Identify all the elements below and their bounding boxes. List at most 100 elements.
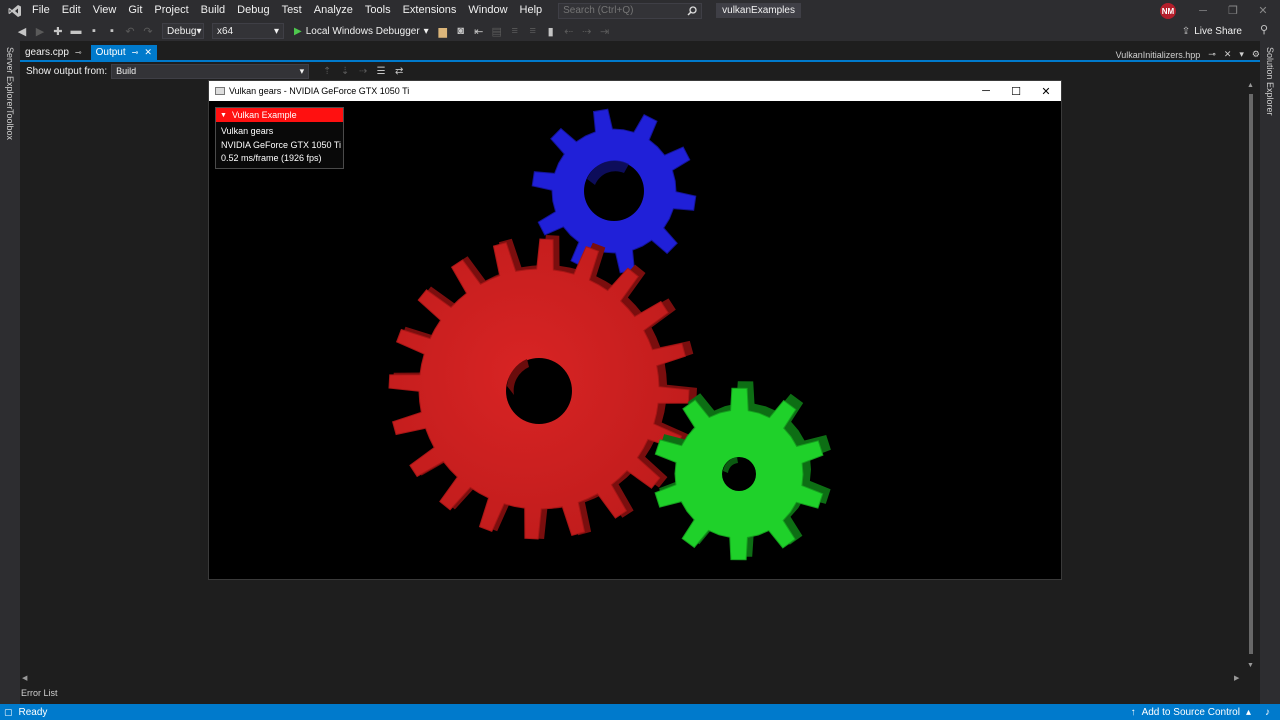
platform-select[interactable]: x64 ▾ xyxy=(212,23,284,39)
scroll-up-icon[interactable]: ▲ xyxy=(1247,82,1254,89)
live-share-label: Live Share xyxy=(1194,25,1242,37)
visual-studio-logo-icon[interactable] xyxy=(4,0,26,21)
chevron-down-icon: ▾ xyxy=(196,25,202,37)
goto-prev-message-icon[interactable]: ⇡ xyxy=(319,63,335,79)
server-explorer-tab[interactable]: Server Explorer xyxy=(5,47,15,110)
clear-all-icon[interactable]: ☰ xyxy=(373,63,389,79)
app-minimize-icon[interactable]: ─ xyxy=(971,81,1001,101)
config-value: Debug xyxy=(167,25,197,37)
goto-next-message-icon[interactable]: ⇣ xyxy=(337,63,353,79)
status-text: Ready xyxy=(18,706,48,718)
search-box[interactable] xyxy=(558,2,703,19)
horizontal-scrollbar[interactable]: ◀ ▶ xyxy=(20,674,1246,684)
undo-icon[interactable]: ↶ xyxy=(122,23,138,39)
outdent-icon[interactable]: ≡ xyxy=(525,23,541,39)
error-list-tab[interactable]: Error List xyxy=(20,686,59,700)
scroll-right-icon[interactable]: ▶ xyxy=(1234,674,1239,682)
menu-extensions[interactable]: Extensions xyxy=(397,0,463,21)
solution-explorer-tab[interactable]: Solution Explorer xyxy=(1265,47,1275,116)
start-debugger-button[interactable]: ▶ Local Windows Debugger ▾ xyxy=(294,26,429,37)
tab-label: gears.cpp xyxy=(25,47,69,58)
pin-icon[interactable]: ⊸ xyxy=(132,48,139,57)
save-icon[interactable]: ▪ xyxy=(86,23,102,39)
forward-icon[interactable]: ▶ xyxy=(32,23,48,39)
right-tool-rail: Solution Explorer xyxy=(1260,41,1280,704)
red-gear xyxy=(388,235,697,540)
vulkan-app-window[interactable]: Vulkan gears - NVIDIA GeForce GTX 1050 T… xyxy=(208,80,1062,580)
menu-edit[interactable]: Edit xyxy=(56,0,87,21)
status-right: ↑ Add to Source Control ▴ ♪ xyxy=(1125,704,1270,720)
app-close-icon[interactable]: ✕ xyxy=(1031,81,1061,101)
menu-tools[interactable]: Tools xyxy=(359,0,397,21)
open-folder-icon[interactable]: ▬ xyxy=(68,23,84,39)
find-message-icon[interactable]: ⇢ xyxy=(355,63,371,79)
restore-icon[interactable]: ❐ xyxy=(1218,0,1248,21)
toolbox-tab[interactable]: Toolbox xyxy=(5,109,15,140)
scroll-down-icon[interactable]: ▼ xyxy=(1247,662,1254,669)
word-wrap-icon[interactable]: ⇄ xyxy=(391,63,407,79)
live-share-button[interactable]: ⇪ Live Share xyxy=(1182,21,1242,41)
notification-bell-icon[interactable]: ♪ xyxy=(1265,707,1270,718)
next-bookmark-icon[interactable]: ⇢ xyxy=(579,23,595,39)
menu-project[interactable]: Project xyxy=(148,0,194,21)
stats-overlay-panel[interactable]: ▼ Vulkan Example Vulkan gears NVIDIA GeF… xyxy=(215,107,344,169)
menu-debug[interactable]: Debug xyxy=(231,0,275,21)
output-source-select[interactable]: Build ▾ xyxy=(111,63,310,79)
avatar[interactable]: NM xyxy=(1160,3,1176,19)
pin-icon[interactable]: ⊸ xyxy=(1208,49,1216,60)
tab-output[interactable]: Output ⊸ ✕ xyxy=(90,45,157,60)
add-to-source-control-button[interactable]: Add to Source Control xyxy=(1142,707,1240,718)
scrollbar-thumb[interactable] xyxy=(1249,94,1253,654)
step-icon[interactable]: ⇤ xyxy=(471,23,487,39)
menu-analyze[interactable]: Analyze xyxy=(308,0,359,21)
live-share-icon: ⇪ xyxy=(1181,25,1191,37)
indent-icon[interactable]: ≡ xyxy=(507,23,523,39)
menu-test[interactable]: Test xyxy=(276,0,308,21)
folder-icon[interactable]: ▆ xyxy=(435,23,451,39)
gear-icon[interactable]: ⚙ xyxy=(1252,49,1260,60)
app-window-title: Vulkan gears - NVIDIA GeForce GTX 1050 T… xyxy=(229,86,410,96)
menu-view[interactable]: View xyxy=(87,0,123,21)
new-project-icon[interactable]: ✚ xyxy=(50,23,66,39)
menu-window[interactable]: Window xyxy=(462,0,513,21)
upload-arrow-icon: ↑ xyxy=(1130,706,1136,718)
close-tab-icon[interactable]: ✕ xyxy=(144,47,152,58)
save-all-icon[interactable]: ▪ xyxy=(104,23,120,39)
menu-help[interactable]: Help xyxy=(514,0,549,21)
tab-vulkan-initializers[interactable]: VulkanInitializers.hpp xyxy=(1116,50,1201,60)
config-select[interactable]: Debug ▾ xyxy=(162,23,204,39)
menu-build[interactable]: Build xyxy=(195,0,231,21)
app-window-icon xyxy=(215,87,225,95)
search-icon xyxy=(687,5,697,16)
search-input[interactable] xyxy=(563,5,674,16)
document-tab-bar: gears.cpp ⊸ Output ⊸ ✕ VulkanInitializer… xyxy=(20,45,1260,62)
clear-bookmarks-icon[interactable]: ⇥ xyxy=(597,23,613,39)
output-pane-header: Show output from: Build ▾ ⇡ ⇣ ⇢ ☰ ⇄ xyxy=(20,62,1260,80)
camera-icon[interactable]: ◙ xyxy=(453,23,469,39)
prev-bookmark-icon[interactable]: ⇠ xyxy=(561,23,577,39)
menu-git[interactable]: Git xyxy=(122,0,148,21)
bookmark-icon[interactable]: ▮ xyxy=(543,23,559,39)
feedback-icon[interactable]: ⚲ xyxy=(1260,23,1268,36)
app-maximize-icon[interactable]: ☐ xyxy=(1001,81,1031,101)
collapse-triangle-icon[interactable]: ▼ xyxy=(220,112,227,119)
chevron-down-icon: ▾ xyxy=(423,25,429,37)
app-title-bar[interactable]: Vulkan gears - NVIDIA GeForce GTX 1050 T… xyxy=(209,81,1061,101)
pin-icon[interactable]: ⊸ xyxy=(75,48,82,57)
close-icon[interactable]: ✕ xyxy=(1248,0,1278,21)
overlay-header[interactable]: ▼ Vulkan Example xyxy=(216,108,343,122)
render-viewport[interactable]: ▼ Vulkan Example Vulkan gears NVIDIA GeF… xyxy=(209,101,1061,579)
green-gear xyxy=(654,381,831,561)
redo-icon[interactable]: ↷ xyxy=(140,23,156,39)
close-tab-icon[interactable]: ✕ xyxy=(1224,49,1232,60)
tab-gears-cpp[interactable]: gears.cpp ⊸ xyxy=(20,45,87,60)
menu-file[interactable]: File xyxy=(26,0,56,21)
vertical-scrollbar[interactable]: ▲ ▼ xyxy=(1246,82,1256,672)
tab-list-dropdown-icon[interactable]: ▾ xyxy=(1239,49,1244,60)
scroll-left-icon[interactable]: ◀ xyxy=(22,674,27,682)
format-icon[interactable]: ▤ xyxy=(489,23,505,39)
back-icon[interactable]: ◀ xyxy=(14,23,30,39)
overlay-line-gpu: NVIDIA GeForce GTX 1050 Ti xyxy=(221,139,342,150)
debugger-label: Local Windows Debugger xyxy=(305,25,420,37)
minimize-icon[interactable]: ─ xyxy=(1188,0,1218,21)
